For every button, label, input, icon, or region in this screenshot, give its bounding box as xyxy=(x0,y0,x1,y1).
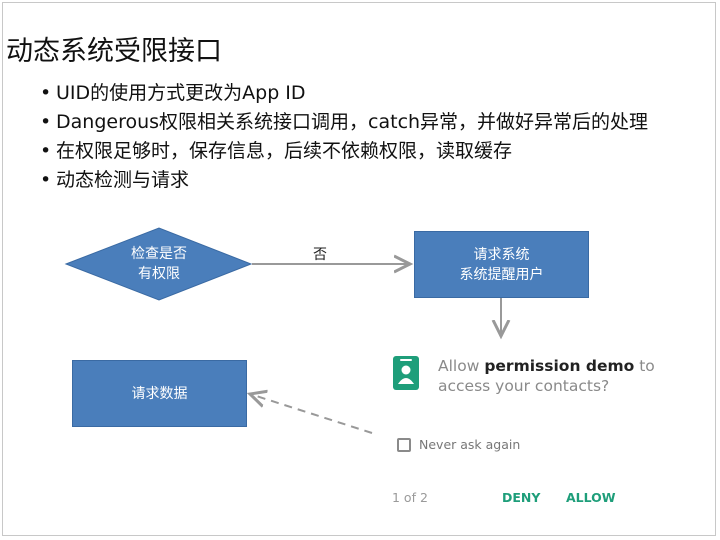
decision-label-line1: 检查是否 xyxy=(131,246,187,262)
contact-card-icon xyxy=(393,356,419,390)
arrow-to-data-dashed xyxy=(250,394,373,434)
request-system-box: 请求系统 系统提醒用户 xyxy=(414,231,589,298)
never-ask-checkbox[interactable] xyxy=(397,438,411,452)
request-data-box: 请求数据 xyxy=(72,360,247,427)
request-box-line1: 请求系统 xyxy=(473,246,530,263)
permission-prefix: Allow xyxy=(438,357,485,375)
data-box-label: 请求数据 xyxy=(131,385,188,402)
deny-button[interactable]: DENY xyxy=(502,490,540,505)
request-box-line2: 系统提醒用户 xyxy=(459,266,544,283)
permission-message: Allow permission demo to access your con… xyxy=(438,356,668,396)
dialog-pager: 1 of 2 xyxy=(392,490,428,505)
permission-dialog: Allow permission demo to access your con… xyxy=(385,350,675,520)
permission-app-name: permission demo xyxy=(484,357,635,375)
decision-label-line2: 有权限 xyxy=(138,266,180,282)
never-ask-label: Never ask again xyxy=(419,437,521,452)
decision-label: 检查是否 有权限 xyxy=(114,244,204,284)
allow-button[interactable]: ALLOW xyxy=(566,490,616,505)
edge-label-no: 否 xyxy=(313,247,327,263)
